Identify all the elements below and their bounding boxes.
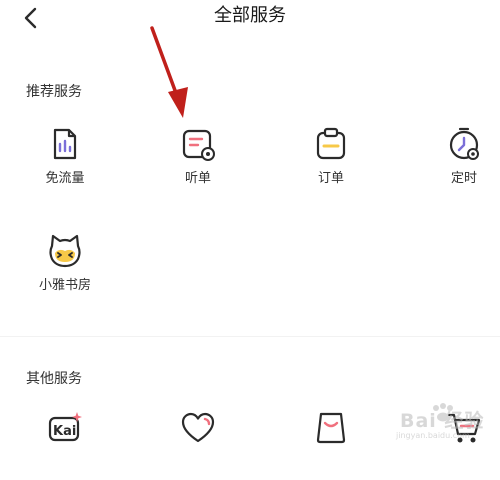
watermark-text: Bai 经验 [400,410,485,432]
service-item-xiaoya-bookroom[interactable]: 小雅书房 [20,233,110,303]
header: 全部服务 [0,0,500,36]
service-item-kai[interactable]: Kai [20,410,110,480]
service-item-orders[interactable]: 订单 [286,126,376,196]
service-item-listen-list[interactable]: 听单 [153,126,243,196]
listen-list-icon [182,129,215,161]
kai-sparkle-icon: Kai [48,412,82,442]
service-item-timer[interactable]: 定时 [419,126,500,196]
service-label: 免流量 [45,171,85,186]
section-title-other: 其他服务 [26,371,82,387]
service-item-data-free[interactable]: 免流量 [20,126,110,196]
timer-icon [449,127,479,160]
annotation-arrow-icon [150,26,188,118]
watermark-url: jingyan.baidu.com [396,431,470,440]
section-divider [0,336,500,337]
service-label: 听单 [184,171,211,186]
baidu-watermark: Bai 经验 jingyan.baidu.com [376,402,494,450]
service-label: 小雅书房 [38,278,91,293]
xiaoya-cat-icon [49,234,81,268]
page-title: 全部服务 [214,5,286,26]
order-clipboard-icon [316,127,346,160]
service-item-store[interactable] [286,410,376,480]
data-free-icon [53,128,77,160]
service-label: 定时 [450,171,477,186]
heart-icon [181,412,215,443]
svg-text:Kai: Kai [53,424,76,439]
section-title-recommended: 推荐服务 [26,84,82,100]
smile-box-icon [316,412,346,444]
service-item-favorites[interactable] [153,410,243,480]
service-label: 订单 [317,171,344,186]
